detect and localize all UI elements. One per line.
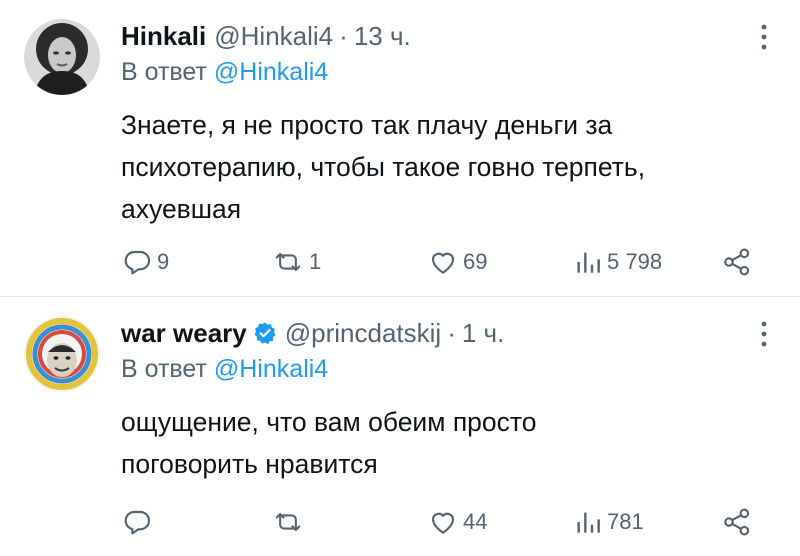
tweet[interactable]: war weary @princdatskij · 1 ч. В ответ @…	[0, 297, 800, 556]
reply-mention[interactable]: @Hinkali4	[214, 58, 328, 86]
views-count: 781	[607, 509, 644, 534]
share-icon	[721, 246, 753, 278]
action-bar: 9 1 69 5 798	[121, 242, 761, 282]
views-icon	[573, 246, 603, 278]
share-button[interactable]	[721, 242, 753, 282]
author-handle[interactable]: @Hinkali4	[214, 21, 333, 52]
views-button[interactable]: 781	[573, 502, 644, 542]
author-name[interactable]: war weary	[121, 318, 247, 349]
tweet-header: war weary @princdatskij · 1 ч.	[121, 315, 504, 351]
views-button[interactable]: 5 798	[573, 242, 662, 282]
reply-mention[interactable]: @Hinkali4	[214, 355, 328, 383]
verified-icon	[253, 321, 277, 345]
separator: ·	[339, 20, 348, 51]
like-count: 44	[463, 509, 488, 534]
timestamp[interactable]: 13 ч.	[354, 21, 411, 52]
views-icon	[573, 506, 603, 538]
reply-context: В ответ @Hinkali4	[121, 355, 328, 384]
reply-button[interactable]: 9	[121, 242, 169, 282]
like-button[interactable]: 69	[427, 242, 487, 282]
author-name[interactable]: Hinkali	[121, 21, 206, 52]
separator: ·	[447, 317, 456, 348]
more-icon[interactable]	[754, 319, 774, 349]
timestamp[interactable]: 1 ч.	[462, 318, 504, 349]
repost-button[interactable]: 1	[271, 242, 321, 282]
author-handle[interactable]: @princdatskij	[285, 318, 441, 349]
repost-button[interactable]	[271, 502, 309, 542]
views-count: 5 798	[607, 249, 663, 274]
reply-count: 9	[157, 249, 170, 274]
like-icon	[427, 506, 459, 538]
like-button[interactable]: 44	[427, 502, 487, 542]
repost-count: 1	[309, 249, 322, 274]
like-icon	[427, 246, 459, 278]
tweet-header: Hinkali @Hinkali4 · 13 ч.	[121, 18, 411, 54]
reply-button[interactable]	[121, 502, 157, 542]
reply-prefix: В ответ	[121, 58, 214, 86]
tweet[interactable]: Hinkali @Hinkali4 · 13 ч. В ответ @Hinka…	[0, 0, 800, 296]
reply-context: В ответ @Hinkali4	[121, 58, 328, 87]
repost-icon	[271, 246, 305, 278]
avatar[interactable]	[24, 19, 100, 95]
avatar[interactable]	[24, 316, 100, 392]
share-icon	[721, 506, 753, 538]
reply-icon	[121, 506, 153, 538]
reply-prefix: В ответ	[121, 355, 214, 383]
tweet-text: Знаете, я не просто так плачу деньги за …	[121, 110, 646, 224]
repost-icon	[271, 506, 305, 538]
share-button[interactable]	[721, 502, 753, 542]
reply-icon	[121, 246, 153, 278]
more-icon[interactable]	[754, 22, 774, 52]
tweet-text: ощущение, что вам обеим просто поговорит…	[121, 407, 537, 479]
action-bar: 44 781	[121, 502, 761, 542]
like-count: 69	[463, 249, 488, 274]
